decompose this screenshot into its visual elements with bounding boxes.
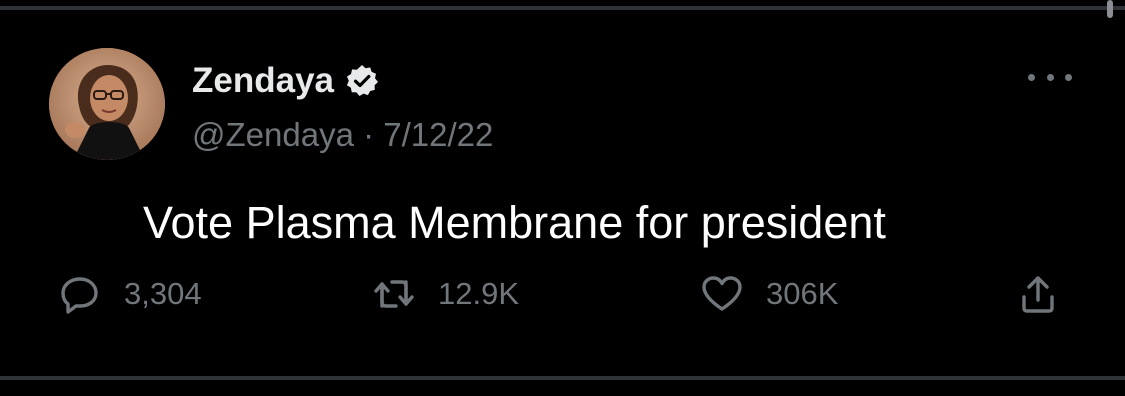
author-handle-row: @Zendaya · 7/12/22 [192,112,493,158]
like-count: 306K [766,276,839,311]
retweet-arrows-icon [372,272,416,316]
author-display-name[interactable]: Zendaya [192,58,334,104]
reply-button[interactable]: 3,304 [58,272,202,316]
verified-badge-icon [344,63,380,99]
author-handle[interactable]: @Zendaya [192,116,354,153]
ellipsis-icon [1028,73,1035,81]
retweet-count: 12.9K [438,276,520,311]
share-button[interactable] [1016,272,1060,316]
meta-separator: · [353,116,384,153]
reply-count: 3,304 [124,276,202,311]
ellipsis-icon [1065,73,1072,81]
share-upload-icon [1016,272,1060,316]
more-options-button[interactable] [1028,64,1072,90]
speech-bubble-icon [58,272,102,316]
author-name-row: Zendaya [192,58,380,104]
avatar-photo [49,48,165,160]
top-divider [0,6,1125,10]
tweet-date[interactable]: 7/12/22 [383,116,493,153]
avatar[interactable] [49,48,165,160]
tweet-screenshot: Zendaya @Zendaya · 7/12/22 Vote Plasma M… [0,0,1125,396]
ellipsis-icon [1046,73,1054,81]
tweet-text: Vote Plasma Membrane for president [143,197,886,248]
retweet-button[interactable]: 12.9K [372,272,519,316]
scrollbar-thumb[interactable] [1107,0,1113,18]
heart-icon [700,272,744,316]
like-button[interactable]: 306K [700,272,838,316]
bottom-divider [0,376,1125,380]
